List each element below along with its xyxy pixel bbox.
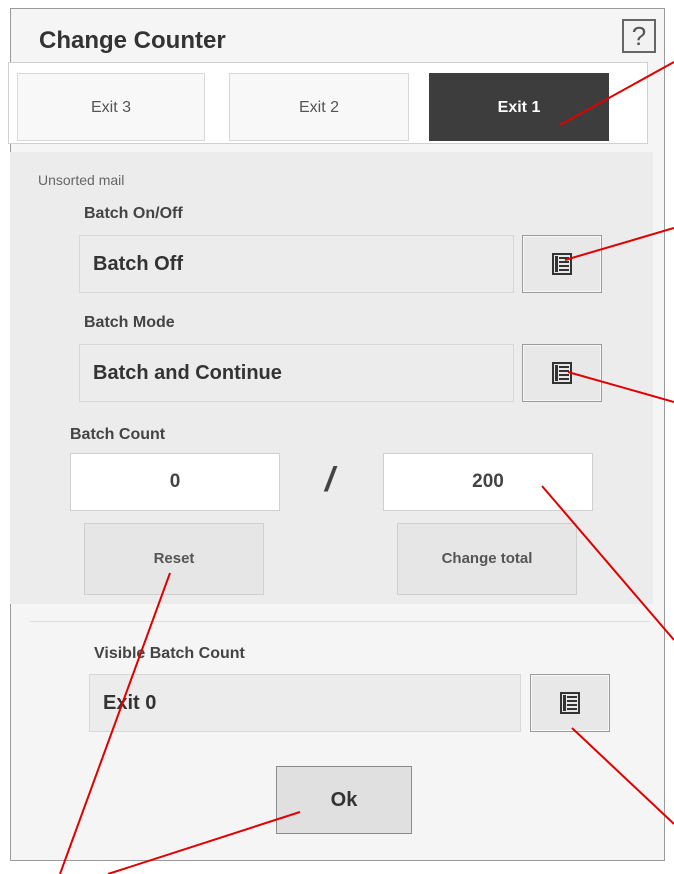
dialog-title: Change Counter <box>39 27 226 54</box>
exit-tabs: Exit 3 Exit 2 Exit 1 <box>8 62 648 144</box>
list-icon <box>552 362 572 384</box>
batch-count-label: Batch Count <box>70 426 166 443</box>
visible-batch-count-value: Exit 0 <box>89 674 521 732</box>
batch-on-off-label: Batch On/Off <box>84 205 183 222</box>
batch-mode-picker-button[interactable] <box>522 344 602 402</box>
tab-exit-1[interactable]: Exit 1 <box>429 73 609 141</box>
section-divider <box>30 621 650 622</box>
batch-mode-label: Batch Mode <box>84 314 175 331</box>
change-total-button[interactable]: Change total <box>397 523 577 595</box>
visible-batch-count-label: Visible Batch Count <box>94 645 245 662</box>
reset-button[interactable]: Reset <box>84 523 264 595</box>
list-icon <box>560 692 580 714</box>
help-button[interactable]: ? <box>622 19 656 53</box>
tab-exit-3[interactable]: Exit 3 <box>17 73 205 141</box>
tab-exit-2[interactable]: Exit 2 <box>229 73 409 141</box>
section-label: Unsorted mail <box>38 172 125 188</box>
list-icon <box>552 253 572 275</box>
batch-on-off-value: Batch Off <box>79 235 514 293</box>
batch-on-off-picker-button[interactable] <box>522 235 602 293</box>
batch-count-total: 200 <box>383 453 593 511</box>
ok-button[interactable]: Ok <box>276 766 412 834</box>
batch-mode-value: Batch and Continue <box>79 344 514 402</box>
batch-count-current: 0 <box>70 453 280 511</box>
visible-batch-count-picker-button[interactable] <box>530 674 610 732</box>
batch-count-separator: / <box>325 461 335 499</box>
